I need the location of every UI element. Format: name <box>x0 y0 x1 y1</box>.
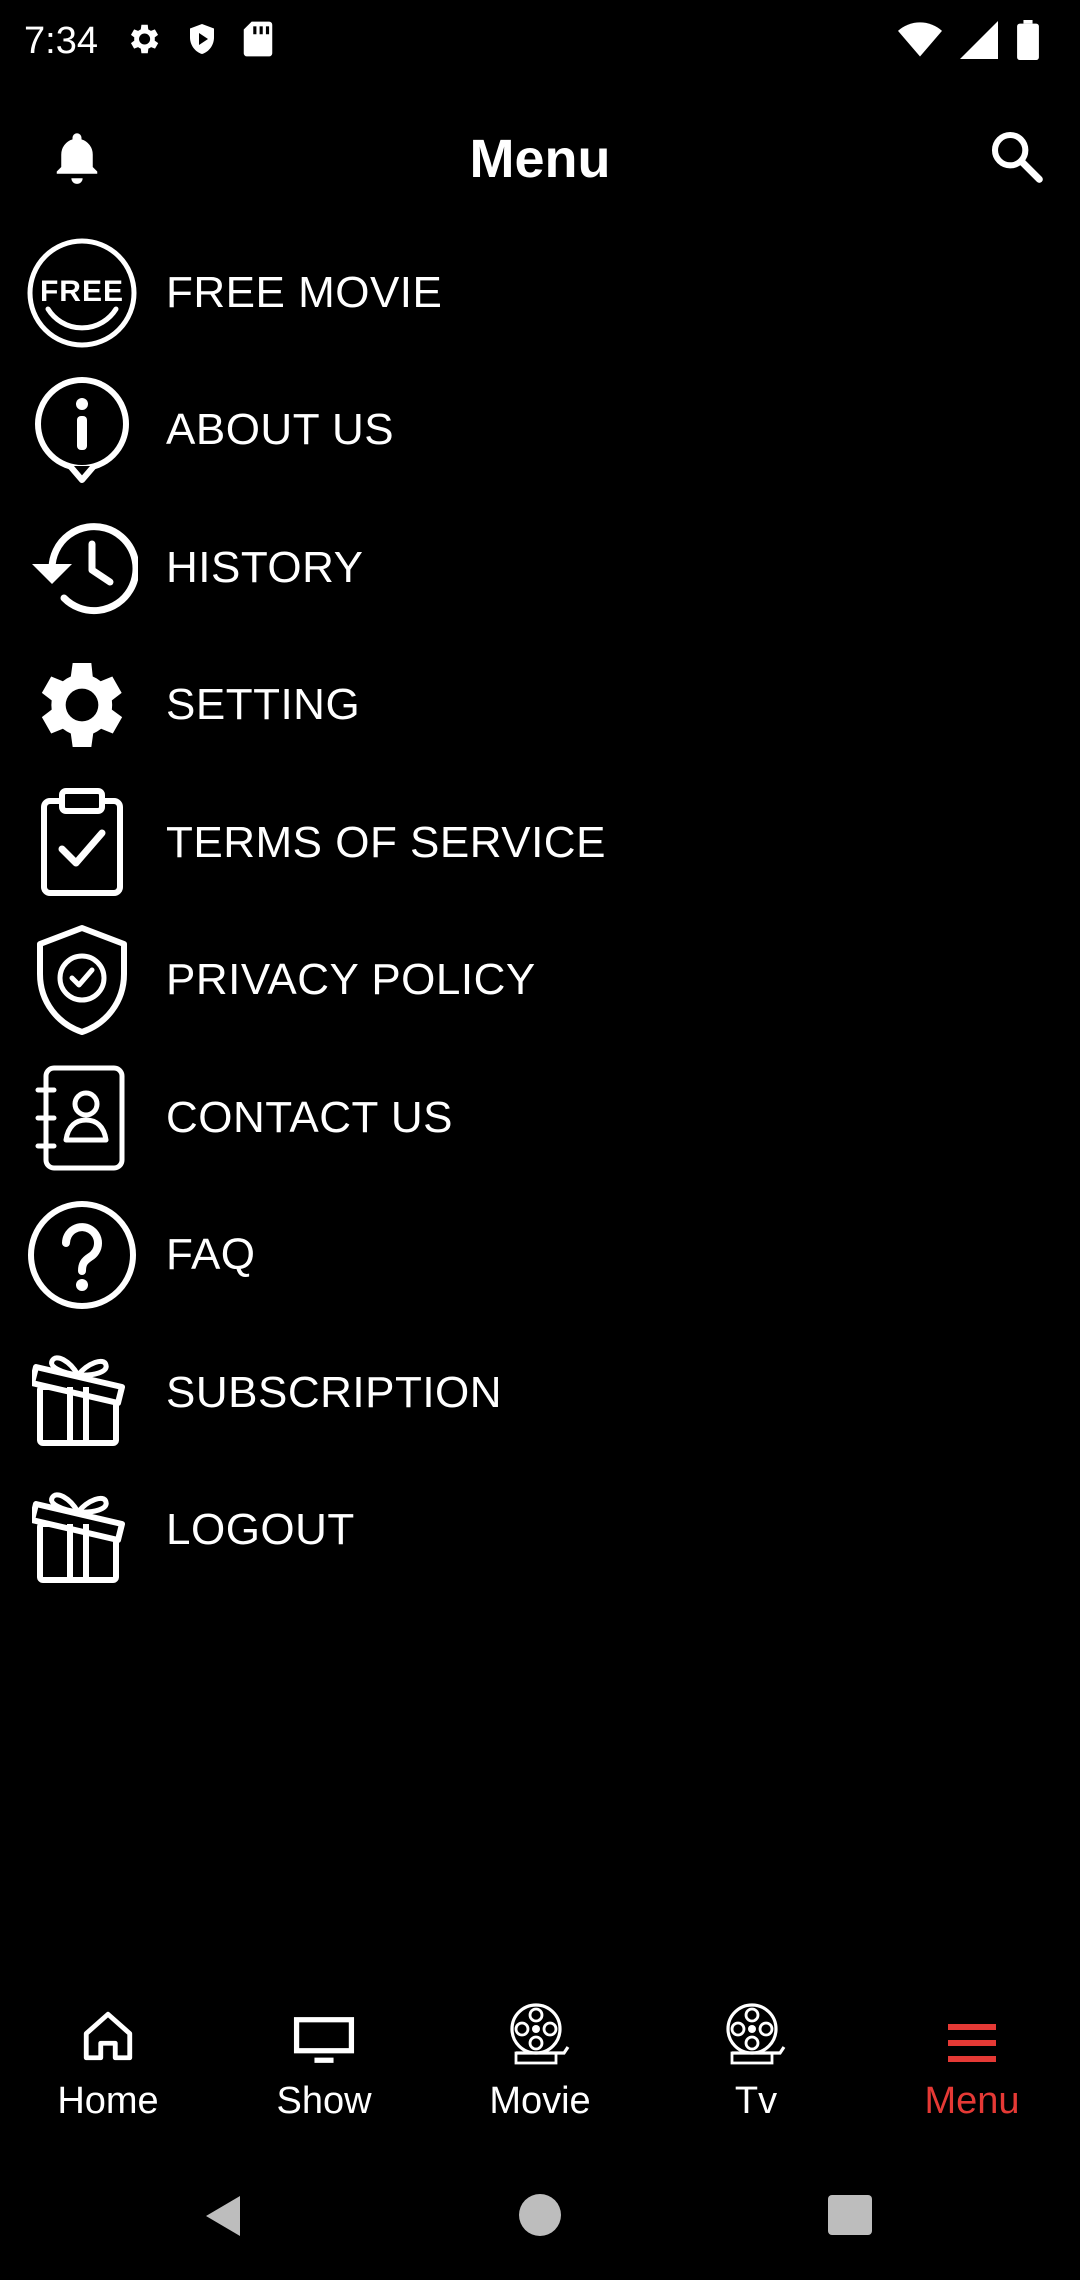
nav-item-movie[interactable]: Movie <box>432 2000 648 2160</box>
question-circle-icon <box>26 1199 138 1311</box>
menu-item-logout[interactable]: LOGOUT <box>0 1462 1080 1600</box>
battery-icon <box>1016 20 1040 60</box>
menu-item-contact-us[interactable]: CONTACT US <box>0 1049 1080 1187</box>
nav-label: Movie <box>489 2080 591 2122</box>
shield-check-icon <box>26 924 138 1036</box>
top-app-bar: Menu <box>0 110 1080 210</box>
menu-item-free-movie[interactable]: FREE FREE MOVIE <box>0 224 1080 362</box>
nav-label: Menu <box>924 2080 1020 2122</box>
home-circle-icon[interactable] <box>519 2194 561 2241</box>
nav-item-home[interactable]: Home <box>0 2000 216 2160</box>
nav-item-menu[interactable]: Menu <box>864 2000 1080 2160</box>
gift-icon <box>26 1474 138 1586</box>
contact-book-icon <box>26 1062 138 1174</box>
menu-item-setting[interactable]: SETTING <box>0 637 1080 775</box>
menu-item-label: FAQ <box>166 1230 256 1280</box>
status-icons-left <box>124 20 274 58</box>
system-navigation-bar <box>0 2180 1080 2250</box>
bottom-navigation: Home Show Movie Tv Menu <box>0 2000 1080 2160</box>
nav-item-tv[interactable]: Tv <box>648 2000 864 2160</box>
status-bar: 7:34 <box>0 0 1080 88</box>
hamburger-menu-icon <box>944 2021 1000 2070</box>
menu-item-label: SUBSCRIPTION <box>166 1367 503 1417</box>
status-icons-right <box>898 20 1040 60</box>
status-time: 7:34 <box>24 20 98 62</box>
signal-icon <box>960 21 998 59</box>
free-badge-text: FREE <box>40 275 124 308</box>
menu-item-about-us[interactable]: ABOUT US <box>0 362 1080 500</box>
menu-item-terms-of-service[interactable]: TERMS OF SERVICE <box>0 774 1080 912</box>
nav-item-show[interactable]: Show <box>216 2000 432 2160</box>
recents-icon[interactable] <box>828 2194 872 2241</box>
gift-icon <box>26 1337 138 1449</box>
sd-card-icon <box>242 20 274 58</box>
menu-item-label: SETTING <box>166 680 361 730</box>
page-title: Menu <box>469 129 611 189</box>
menu-item-label: CONTACT US <box>166 1092 453 1142</box>
gear-icon <box>124 20 162 58</box>
info-bubble-icon <box>26 374 138 486</box>
search-icon[interactable] <box>988 128 1044 189</box>
menu-item-label: HISTORY <box>166 542 364 592</box>
home-icon <box>79 2007 137 2070</box>
menu-item-history[interactable]: HISTORY <box>0 499 1080 637</box>
history-icon <box>26 512 138 624</box>
free-badge-icon: FREE <box>26 237 138 349</box>
shield-icon <box>184 20 220 58</box>
menu-item-subscription[interactable]: SUBSCRIPTION <box>0 1324 1080 1462</box>
menu-item-label: FREE MOVIE <box>166 267 443 317</box>
tv-monitor-icon <box>293 2015 355 2070</box>
gear-icon <box>26 649 138 761</box>
nav-label: Show <box>276 2080 372 2122</box>
menu-item-label: PRIVACY POLICY <box>166 955 536 1005</box>
nav-label: Home <box>57 2080 159 2122</box>
menu-item-faq[interactable]: FAQ <box>0 1187 1080 1325</box>
menu-item-privacy-policy[interactable]: PRIVACY POLICY <box>0 912 1080 1050</box>
menu-item-label: LOGOUT <box>166 1505 355 1555</box>
nav-label: Tv <box>734 2080 778 2122</box>
wifi-icon <box>898 21 942 59</box>
menu-item-label: ABOUT US <box>166 405 395 455</box>
film-reel-icon <box>508 2001 572 2070</box>
film-reel-icon <box>724 2001 788 2070</box>
back-icon[interactable] <box>204 2194 244 2243</box>
menu-item-label: TERMS OF SERVICE <box>166 817 606 867</box>
clipboard-check-icon <box>26 787 138 899</box>
menu-list: FREE FREE MOVIE ABOUT US HISTORY SETTING… <box>0 224 1080 1599</box>
